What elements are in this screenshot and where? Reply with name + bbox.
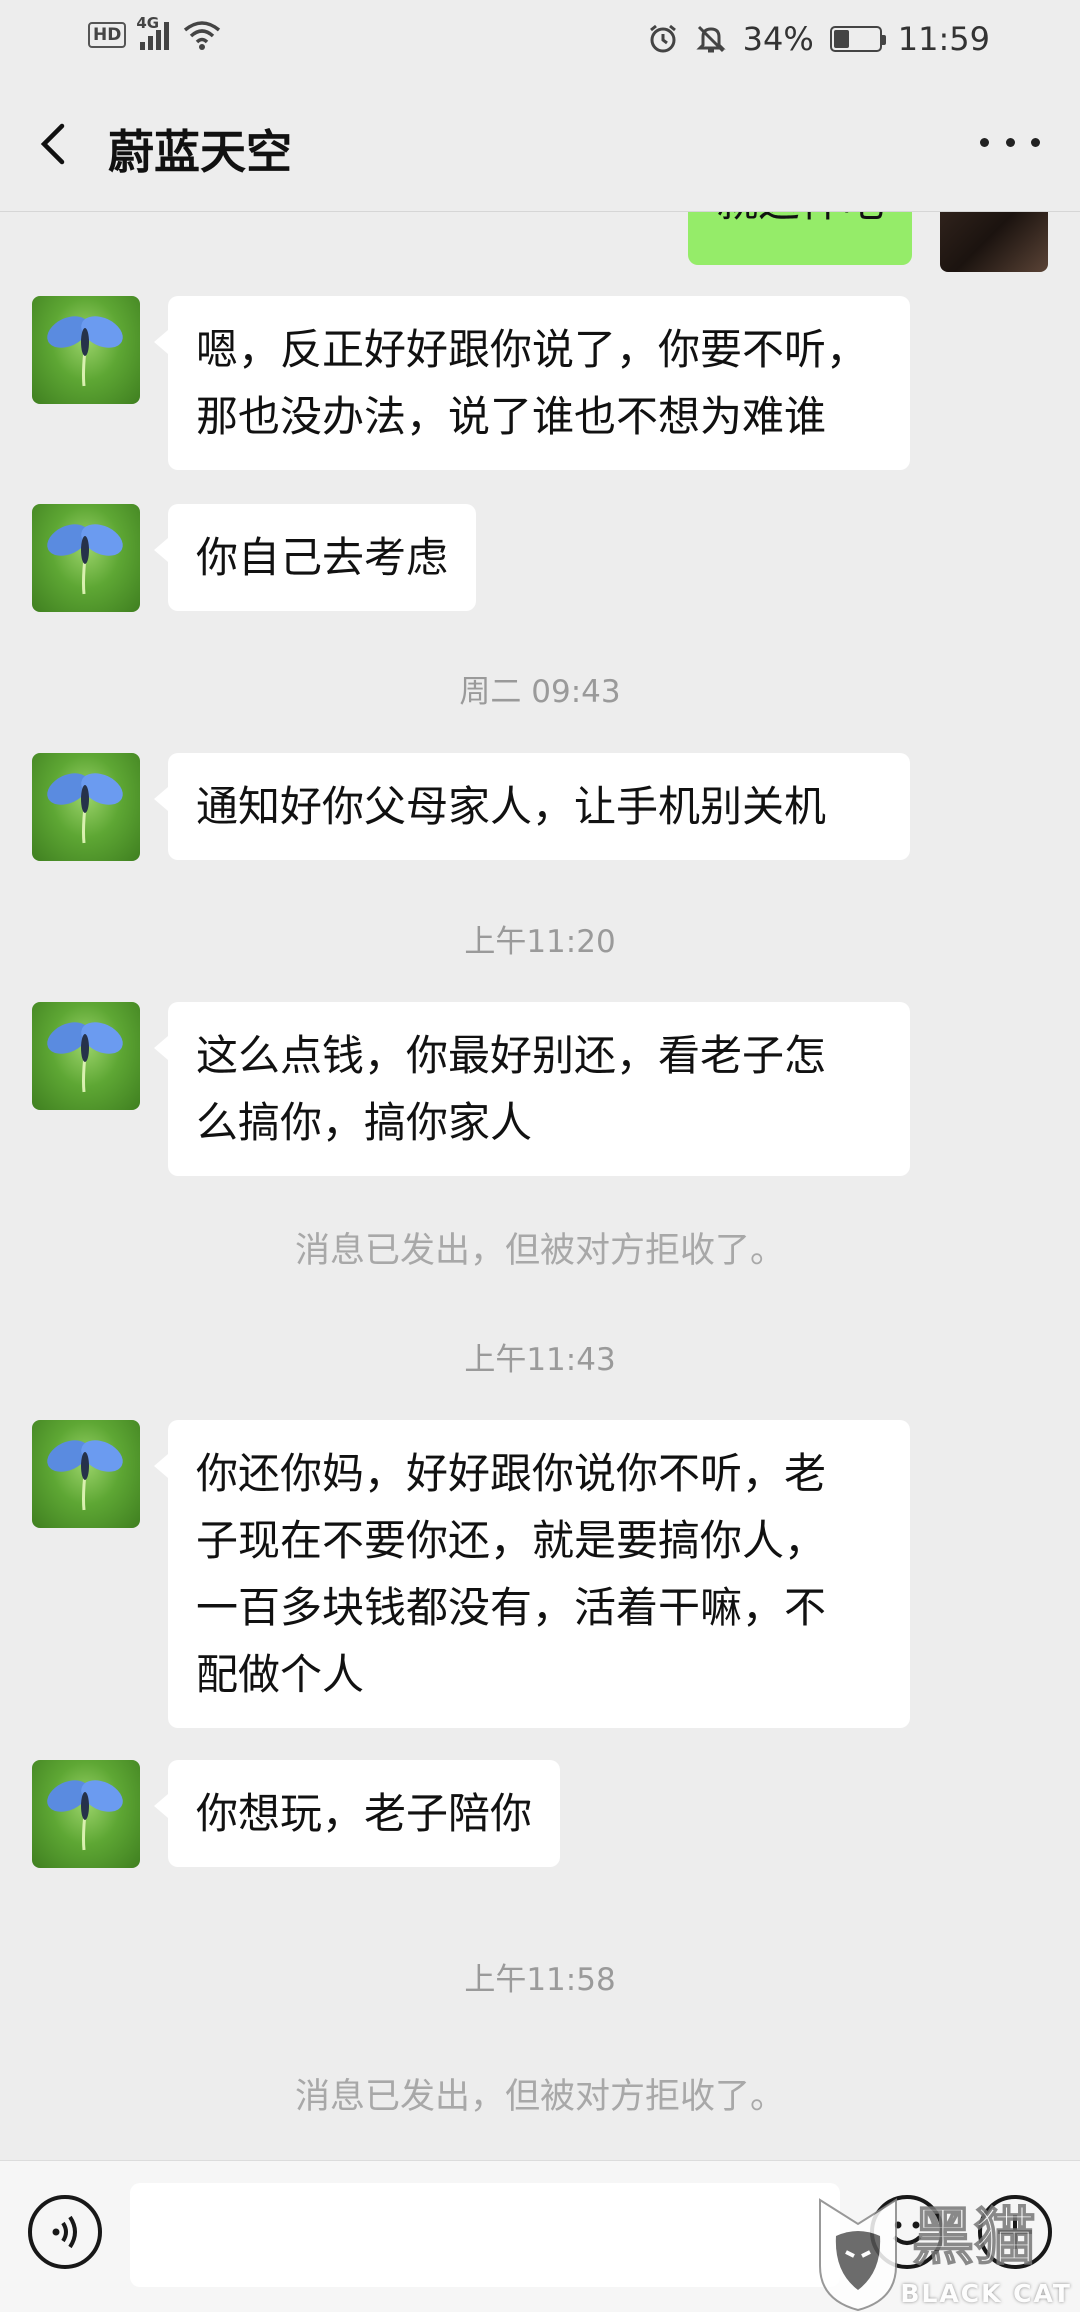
butterfly-avatar-image [47, 773, 123, 844]
status-right: 34% 11:59 [647, 20, 990, 58]
more-button[interactable] [980, 122, 1040, 162]
received-message-bubble[interactable]: 通知好你父母家人，让手机别关机 [154, 753, 910, 860]
contact-avatar[interactable] [32, 753, 140, 861]
message-line: 配做个人 [196, 1650, 365, 1699]
butterfly-avatar-image [47, 316, 123, 387]
status-time: 11:59 [897, 20, 990, 58]
received-message-bubble[interactable]: 你自己去考虑 [153, 504, 477, 611]
emoji-icon [892, 2221, 922, 2245]
contact-avatar[interactable] [32, 296, 140, 404]
contact-avatar[interactable] [32, 1760, 140, 1868]
butterfly-avatar-image [47, 1780, 123, 1851]
chat-header: 蔚蓝天空 [0, 78, 1080, 212]
received-message-bubble[interactable]: 你还你妈，好好跟你说你不听，老 子现在不要你还，就是要搞你人， 一百多块钱都没有… [154, 1420, 910, 1728]
butterfly-avatar-image [47, 1022, 123, 1093]
input-bar [0, 2160, 1080, 2312]
battery-icon [829, 26, 886, 52]
battery-percent: 34% [742, 20, 814, 58]
hd-icon: HD [88, 22, 127, 48]
contact-avatar[interactable] [32, 504, 140, 612]
chat-area[interactable]: 就这样吧 嗯，反正好好跟你说了，你要不听， 那也没办法，说了谁也不想为难谁 你自… [0, 212, 1080, 2160]
plus-button[interactable] [978, 2195, 1052, 2269]
chat-title: 蔚蓝天空 [108, 125, 292, 179]
mute-icon [696, 25, 726, 53]
message-timestamp: 周二 09:43 [459, 674, 621, 710]
wifi-icon [184, 21, 221, 50]
message-timestamp: 上午11:58 [464, 1962, 616, 1998]
message-timestamp: 上午11:20 [464, 924, 616, 960]
message-line: 你自己去考虑 [196, 533, 449, 582]
contact-avatar[interactable] [32, 1420, 140, 1528]
network-type: 4G [136, 14, 160, 32]
received-message-bubble[interactable]: 这么点钱，你最好别还，看老子怎 么搞你，搞你家人 [154, 1002, 910, 1176]
back-arrow-icon [40, 123, 65, 165]
message-line: 一百多块钱都没有，活着干嘛，不 [196, 1583, 827, 1632]
butterfly-avatar-image [47, 524, 123, 595]
sent-message-text: 就这样吧 [716, 212, 884, 226]
message-line: 你还你妈，好好跟你说你不听，老 [196, 1449, 827, 1498]
voice-icon [52, 2215, 77, 2249]
my-avatar[interactable] [940, 212, 1048, 272]
more-dots-icon [980, 137, 1040, 147]
received-message-bubble[interactable]: 你想玩，老子陪你 [153, 1760, 561, 1867]
signal-icon: 4G [136, 14, 170, 50]
butterfly-avatar-image [47, 1440, 123, 1511]
received-message-bubble[interactable]: 嗯，反正好好跟你说了，你要不听， 那也没办法，说了谁也不想为难谁 [154, 296, 910, 470]
message-line: 这么点钱，你最好别还，看老子怎 [196, 1031, 827, 1080]
message-timestamp: 上午11:43 [464, 1342, 616, 1378]
message-line: 你想玩，老子陪你 [196, 1789, 533, 1838]
alarm-icon [649, 24, 676, 53]
plus-icon [998, 2215, 1032, 2249]
voice-button[interactable] [28, 2195, 102, 2269]
status-left: HD 4G [88, 14, 221, 50]
message-line: 子现在不要你还，就是要搞你人， [196, 1516, 827, 1565]
message-line: 那也没办法，说了谁也不想为难谁 [196, 392, 827, 441]
sent-message-bubble[interactable]: 就这样吧 [687, 212, 912, 265]
system-message: 消息已发出，但被对方拒收了。 [294, 1231, 785, 1271]
message-line: 通知好你父母家人，让手机别关机 [196, 782, 827, 831]
battery-level [833, 30, 849, 48]
back-button[interactable] [28, 114, 78, 174]
message-line: 么搞你，搞你家人 [196, 1098, 533, 1147]
message-line: 嗯，反正好好跟你说了，你要不听， [196, 325, 869, 374]
system-message: 消息已发出，但被对方拒收了。 [294, 2077, 785, 2117]
contact-avatar[interactable] [32, 1002, 140, 1110]
emoji-button[interactable] [870, 2195, 944, 2269]
message-input[interactable] [130, 2183, 840, 2287]
status-bar: HD 4G 34% 11:59 [0, 0, 1080, 78]
